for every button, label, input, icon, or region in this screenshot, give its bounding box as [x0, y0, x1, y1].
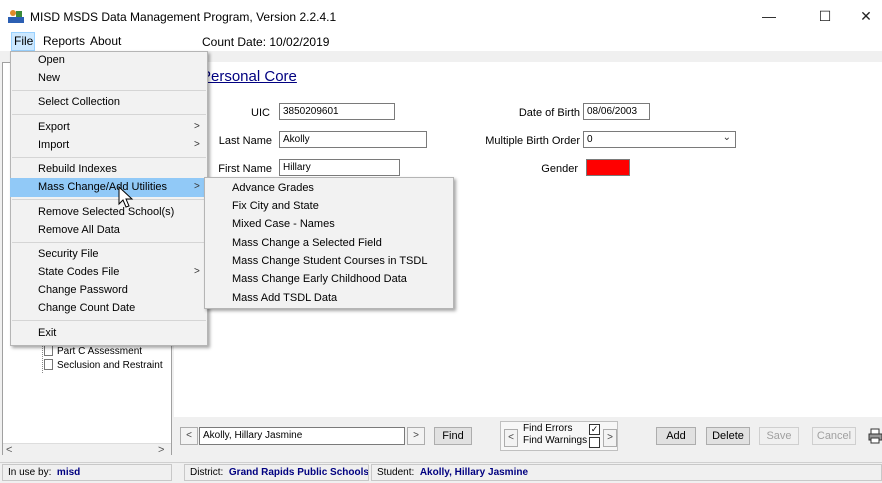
district-label: District: — [190, 467, 224, 478]
menu-item-select-collection[interactable]: Select Collection — [38, 93, 120, 111]
tree-item-seclusion-and-restraint[interactable]: Seclusion and Restraint — [44, 359, 163, 371]
delete-button[interactable]: Delete — [706, 427, 750, 445]
save-button[interactable]: Save — [759, 427, 799, 445]
submenu-item-mass-change-early-childhood[interactable]: Mass Change Early Childhood Data — [232, 270, 407, 288]
scroll-left-icon[interactable]: < — [6, 444, 12, 456]
submenu-arrow-icon: > — [194, 121, 200, 132]
find-errors-next-button[interactable]: > — [603, 429, 617, 447]
menu-about[interactable]: About — [90, 34, 121, 48]
find-errors-label: Find Errors — [523, 423, 573, 434]
menu-item-open[interactable]: Open — [38, 51, 65, 69]
find-errors-prev-button[interactable]: < — [504, 429, 518, 447]
menu-item-exit[interactable]: Exit — [38, 324, 56, 342]
chevron-down-icon: ⌄ — [722, 132, 731, 143]
menu-separator — [12, 199, 206, 200]
tree-item-part-c-assessment[interactable]: Part C Assessment — [44, 345, 142, 357]
menu-item-state-codes-file[interactable]: State Codes File — [38, 263, 119, 281]
submenu-arrow-icon: > — [194, 139, 200, 150]
menu-reports[interactable]: Reports — [43, 34, 85, 48]
menu-item-change-count-date[interactable]: Change Count Date — [38, 299, 135, 317]
document-icon — [44, 359, 53, 370]
count-date-label: Count Date: 10/02/2019 — [202, 35, 330, 49]
uic-label: UIC — [251, 107, 270, 119]
tree-item-label: Seclusion and Restraint — [57, 360, 163, 371]
menu-separator — [12, 242, 206, 243]
last-name-label: Last Name — [218, 135, 272, 147]
submenu-arrow-icon: > — [194, 266, 200, 277]
menu-item-new[interactable]: New — [38, 69, 60, 87]
find-errors-checkbox[interactable]: ✓ — [589, 424, 600, 435]
menu-item-remove-all-data[interactable]: Remove All Data — [38, 221, 120, 239]
menu-bar — [0, 32, 882, 51]
menu-item-remove-selected-schools[interactable]: Remove Selected School(s) — [38, 203, 174, 221]
uic-input[interactable]: 3850209601 — [279, 103, 395, 120]
submenu-item-fix-city-and-state[interactable]: Fix City and State — [232, 197, 319, 215]
find-button[interactable]: Find — [434, 427, 472, 445]
multiple-birth-order-select[interactable]: 0 ⌄ — [583, 131, 736, 148]
menu-separator — [12, 114, 206, 115]
cancel-button[interactable]: Cancel — [812, 427, 856, 445]
multiple-birth-order-label: Multiple Birth Order — [485, 135, 580, 147]
submenu-arrow-icon: > — [194, 181, 200, 192]
close-button[interactable]: ✕ — [850, 0, 882, 32]
date-of-birth-label: Date of Birth — [518, 107, 580, 119]
student-label: Student: — [377, 467, 415, 478]
scroll-right-icon[interactable]: > — [158, 444, 164, 456]
submenu-item-mass-change-student-courses[interactable]: Mass Change Student Courses in TSDL — [232, 252, 427, 270]
tree-item-label: Part C Assessment — [57, 346, 143, 357]
document-icon — [44, 345, 53, 356]
student-value: Akolly, Hillary Jasmine — [419, 467, 529, 478]
menu-separator — [12, 320, 206, 321]
menu-item-change-password[interactable]: Change Password — [38, 281, 128, 299]
gender-field[interactable] — [586, 159, 630, 176]
menu-separator — [12, 157, 206, 158]
menu-item-rebuild-indexes[interactable]: Rebuild Indexes — [38, 160, 117, 178]
form-top-strip — [174, 51, 882, 62]
prev-record-button[interactable]: < — [180, 427, 198, 445]
in-use-label: In use by: — [8, 467, 52, 478]
multiple-birth-order-value: 0 — [587, 134, 593, 145]
gender-label: Gender — [541, 163, 578, 175]
printer-icon[interactable] — [868, 428, 882, 444]
submenu-item-mixed-case-names[interactable]: Mixed Case - Names — [232, 215, 335, 233]
student-search-input[interactable]: Akolly, Hillary Jasmine — [199, 427, 405, 445]
first-name-label: First Name — [218, 163, 272, 175]
status-district: District: Grand Rapids Public Schools — [184, 464, 369, 481]
menu-separator — [12, 90, 206, 91]
app-icon — [8, 10, 24, 23]
district-value: Grand Rapids Public Schools — [228, 467, 369, 478]
last-name-input[interactable]: Akolly — [279, 131, 427, 148]
tree-scrollbar[interactable] — [3, 443, 171, 458]
section-title: Personal Core — [201, 68, 297, 85]
menu-item-export[interactable]: Export — [38, 118, 70, 136]
mouse-cursor-icon — [118, 186, 134, 208]
submenu-item-mass-add-tsdl-data[interactable]: Mass Add TSDL Data — [232, 289, 337, 307]
minimize-button[interactable]: — — [746, 0, 792, 32]
submenu-item-mass-change-selected-field[interactable]: Mass Change a Selected Field — [232, 234, 382, 252]
menu-item-security-file[interactable]: Security File — [38, 245, 99, 263]
first-name-input[interactable]: Hillary — [279, 159, 400, 176]
menu-item-mass-change-add-utilities[interactable]: Mass Change/Add Utilities — [38, 178, 167, 196]
next-record-button[interactable]: > — [407, 427, 425, 445]
menu-file[interactable]: File — [14, 34, 33, 48]
find-warnings-label: Find Warnings — [523, 435, 588, 446]
maximize-button[interactable]: ☐ — [802, 0, 848, 32]
in-use-value: misd — [56, 467, 81, 478]
status-in-use: In use by: misd — [2, 464, 172, 481]
add-button[interactable]: Add — [656, 427, 696, 445]
date-of-birth-input[interactable]: 08/06/2003 — [583, 103, 650, 120]
find-warnings-checkbox[interactable] — [589, 437, 600, 448]
window-title: MISD MSDS Data Management Program, Versi… — [30, 10, 337, 24]
submenu-item-advance-grades[interactable]: Advance Grades — [232, 179, 314, 197]
status-student: Student: Akolly, Hillary Jasmine — [371, 464, 882, 481]
menu-item-import[interactable]: Import — [38, 136, 69, 154]
